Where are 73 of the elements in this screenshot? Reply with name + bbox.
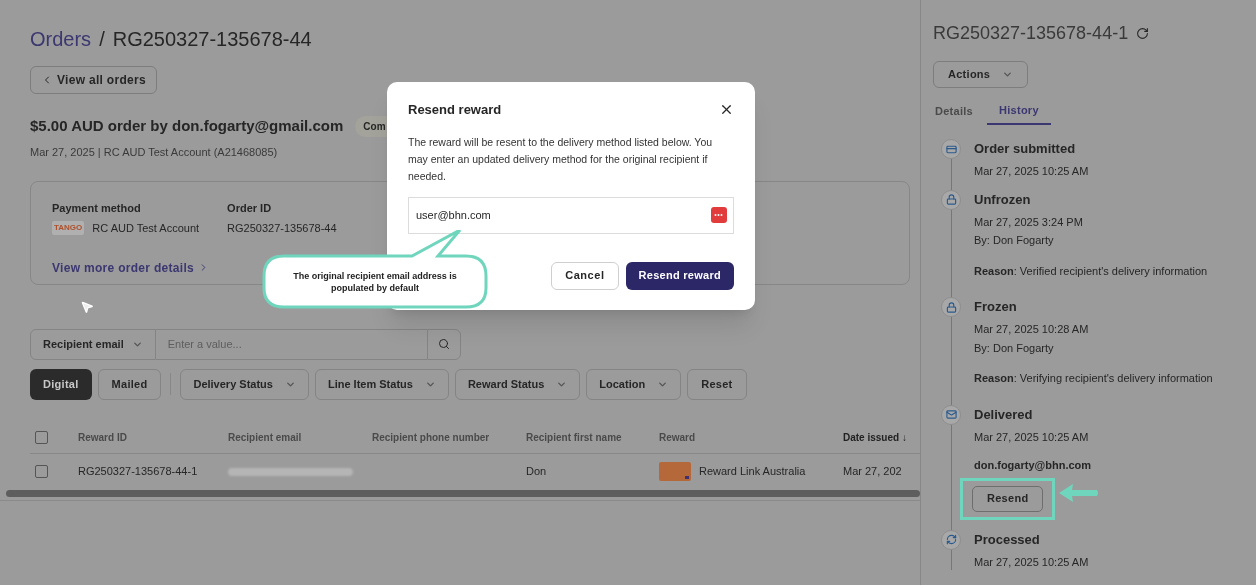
- event-title: Processed: [974, 530, 1041, 549]
- event-date: Mar 27, 2025 10:25 AM: [974, 554, 1089, 570]
- event-date: Mar 27, 2025 10:28 AM: [974, 322, 1090, 337]
- logo-badge: TANGO: [52, 221, 85, 236]
- event-date: Mar 27, 2025 3:24 PM: [974, 214, 1084, 230]
- type-toggle[interactable]: Digital: [30, 368, 92, 400]
- cursor-icon: [80, 299, 94, 314]
- filter-button[interactable]: Reward Status: [454, 368, 581, 400]
- event-reason: Reason: Verified recipient's delivery information: [974, 263, 1208, 279]
- column-header: Recipient email: [228, 430, 303, 445]
- horizontal-scrollbar[interactable]: [6, 489, 920, 497]
- callout-text: The original recipient email address is populated by default: [292, 270, 458, 294]
- dialog-title: Resend reward: [408, 101, 502, 119]
- column-header: Reward ID: [78, 430, 128, 445]
- email-field[interactable]: user@bhn.com: [408, 196, 734, 234]
- breadcrumb-link[interactable]: Orders: [30, 24, 92, 54]
- event-title: Order submitted: [974, 140, 1077, 158]
- panel-title: RG250327-135678-44-1: [933, 22, 1129, 45]
- resend-button[interactable]: Resend: [972, 485, 1044, 512]
- caret-icon: [1002, 69, 1014, 80]
- event-date: Mar 27, 2025 10:25 AM: [974, 429, 1090, 445]
- filter-button[interactable]: Delivery Status: [180, 368, 309, 400]
- event-author: By: Don Fogarty: [974, 340, 1055, 356]
- column-header: Date issued ↓: [843, 430, 908, 445]
- status-badge: Com: [355, 115, 388, 137]
- pointer-arrow: [1059, 483, 1099, 502]
- search-icon[interactable]: [427, 328, 461, 360]
- filter-button[interactable]: Location: [586, 368, 682, 400]
- password-manager-icon[interactable]: [711, 206, 727, 223]
- card-icon: [941, 139, 961, 159]
- filter-dropdown[interactable]: Recipient email: [30, 328, 156, 360]
- lock-icon: [941, 189, 961, 210]
- panel-tab[interactable]: History: [987, 98, 1051, 125]
- event-title: Frozen: [974, 298, 1018, 316]
- table-cell-text: Don: [526, 464, 548, 480]
- event-title: Delivered: [974, 405, 1034, 424]
- reset-button[interactable]: Reset: [687, 368, 747, 400]
- order-details-link[interactable]: View more order details: [52, 258, 195, 277]
- refresh-icon[interactable]: [1136, 27, 1150, 40]
- column-header: Reward: [659, 430, 697, 445]
- order-subtitle: Mar 27, 2025 | RC AUD Test Account (A21468085): [30, 145, 278, 160]
- filter-button[interactable]: Line Item Status: [314, 368, 449, 400]
- cancel-button[interactable]: Cancel: [551, 261, 619, 290]
- confirm-button[interactable]: Resend reward: [625, 261, 734, 290]
- back-button[interactable]: View all orders: [30, 66, 157, 94]
- field-value: RG250327-135678-44: [227, 221, 337, 236]
- event-author: By: Don Fogarty: [974, 233, 1055, 248]
- order-title: $5.00 AUD order by don.fogarty@gmail.com: [30, 115, 344, 136]
- sync-icon: [941, 529, 961, 550]
- event-date: Mar 27, 2025 10:25 AM: [974, 164, 1089, 179]
- event-email: don.fogarty@bhn.com: [974, 458, 1092, 473]
- event-reason: Reason: Verifying recipient's delivery information: [974, 371, 1213, 386]
- table-cell-text: Reward Link Australia: [699, 464, 806, 480]
- field-value: RC AUD Test Account: [92, 221, 200, 236]
- actions-dropdown[interactable]: Actions: [933, 61, 1029, 88]
- table-cell-text: Mar 27, 202: [843, 464, 902, 480]
- panel-tab[interactable]: Details: [933, 98, 975, 125]
- gift-card-icon: [659, 462, 691, 481]
- table-cell-text: RG250327-135678-44-1: [78, 464, 199, 480]
- type-toggle[interactable]: Mailed: [97, 368, 162, 400]
- checkbox[interactable]: [35, 465, 48, 478]
- envelope-icon: [941, 404, 961, 425]
- field-label: Order ID: [227, 200, 273, 216]
- dialog-message: The reward will be resent to the delivery method listed below. You may enter an updated delivery method for the original recipient if needed.: [408, 134, 714, 184]
- column-header: Recipient first name: [526, 430, 623, 445]
- breadcrumb-separator: /: [99, 27, 105, 52]
- search-field[interactable]: Enter a value...: [155, 328, 427, 360]
- column-header: Recipient phone number: [372, 430, 491, 445]
- page-title: RG250327-135678-44: [112, 27, 312, 52]
- lock-icon: [941, 297, 961, 317]
- checkbox[interactable]: [35, 430, 48, 444]
- event-title: Unfrozen: [974, 190, 1032, 209]
- field-label: Payment method: [52, 200, 142, 216]
